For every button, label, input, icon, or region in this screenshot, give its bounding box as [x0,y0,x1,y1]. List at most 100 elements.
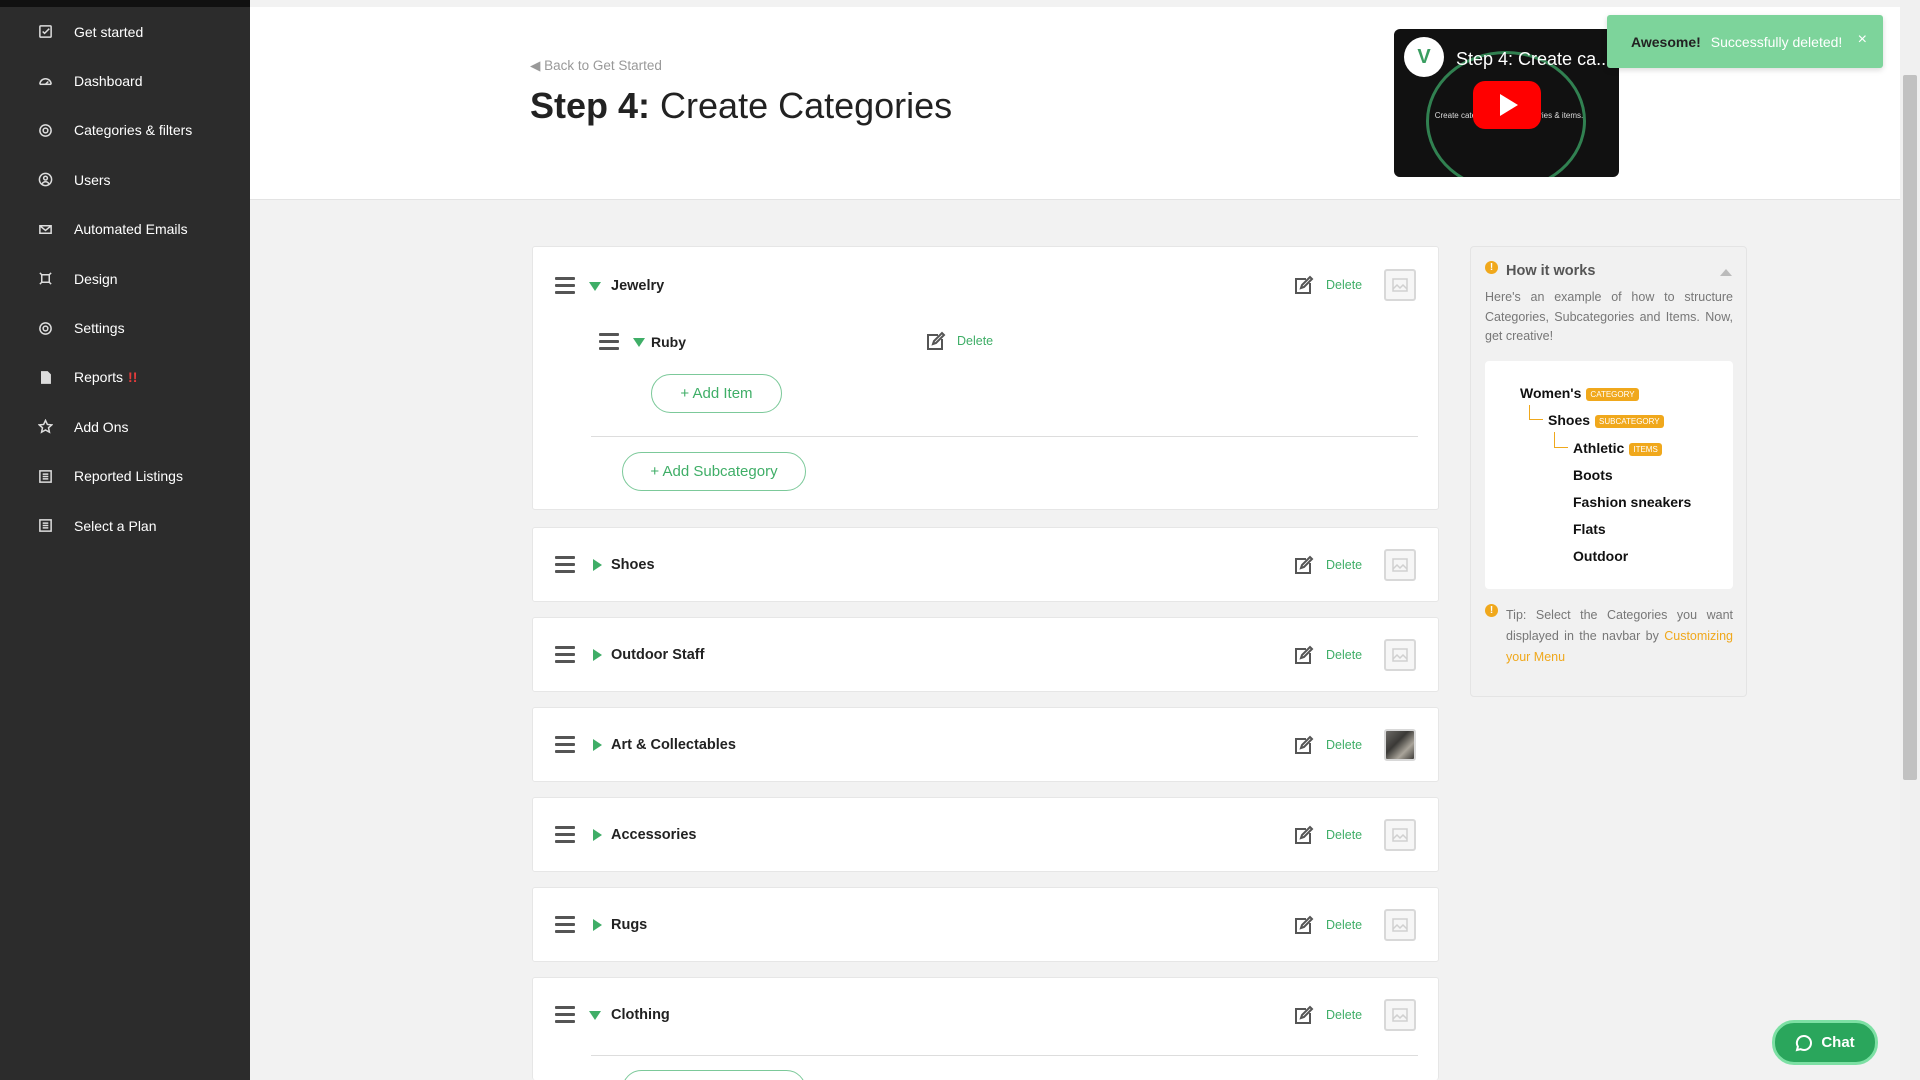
sidebar-item-reports[interactable]: Reports !! [0,353,250,402]
edit-icon[interactable] [924,331,946,353]
category-name: Clothing [611,1007,670,1023]
sidebar-item-add-ons[interactable]: Add Ons [0,402,250,451]
tip-text: Tip: Select the Categories you want disp… [1506,605,1733,668]
edit-icon[interactable] [1292,1005,1314,1027]
expand-toggle-icon[interactable] [593,919,602,931]
tree-connector [1554,432,1568,448]
video-title: Step 4: Create ca... [1456,49,1612,69]
edit-icon[interactable] [1292,555,1314,577]
edit-icon[interactable] [1292,275,1314,297]
divider [591,1055,1418,1056]
delete-link[interactable]: Delete [1326,278,1362,292]
delete-link[interactable]: Delete [1326,1008,1362,1022]
edit-icon[interactable] [1292,825,1314,847]
image-placeholder-icon[interactable] [1384,909,1416,941]
drag-handle-icon[interactable] [555,1006,575,1024]
category-card-art-collectables: Art & Collectables Delete [532,707,1439,782]
delete-link[interactable]: Delete [1326,738,1362,752]
sidebar-item-design[interactable]: Design [0,254,250,303]
collapse-toggle-icon[interactable] [633,338,645,347]
category-card-outdoor-staff: Outdoor Staff Delete [532,617,1439,692]
chat-label: Chat [1821,1034,1855,1051]
drag-handle-icon[interactable] [555,556,575,574]
expand-toggle-icon[interactable] [593,829,602,841]
edit-icon[interactable] [1292,645,1314,667]
image-placeholder-icon[interactable] [1384,269,1416,301]
sidebar: Get started Dashboard Categories & filte… [0,0,250,1080]
chat-button[interactable]: Chat [1772,1020,1878,1065]
subcategory-name: Ruby [651,334,686,350]
collapse-caret-icon[interactable] [1720,269,1732,276]
toast-title: Awesome! [1631,33,1701,50]
expand-toggle-icon[interactable] [593,559,602,571]
delete-link[interactable]: Delete [1326,918,1362,932]
sidebar-item-get-started[interactable]: Get started [0,7,250,56]
edit-icon[interactable] [1292,915,1314,937]
divider [591,436,1418,437]
delete-link[interactable]: Delete [1326,558,1362,572]
page-title-step: Step 4: [530,85,651,126]
add-item-button[interactable]: + Add Item [651,374,782,413]
tutorial-video[interactable]: V Step 4: Create ca... Create categories… [1394,29,1619,177]
drag-handle-icon[interactable] [555,646,575,664]
expand-toggle-icon[interactable] [593,739,602,751]
how-it-works-title: How it works [1506,263,1596,279]
sidebar-item-label: Categories & filters [74,122,193,139]
category-card-shoes: Shoes Delete [532,527,1439,602]
sidebar-item-label: Get started [74,23,144,40]
info-icon: ! [1485,261,1498,274]
category-name: Rugs [611,917,648,933]
sidebar-item-categories[interactable]: Categories & filters [0,106,250,155]
scrollbar-thumb[interactable] [1903,75,1917,780]
video-channel-logo: V [1404,37,1444,77]
success-toast: Awesome! Successfully deleted! × [1607,15,1883,68]
example-item: Outdoor [1573,548,1629,564]
sidebar-item-label: Settings [74,320,125,337]
category-name: Shoes [611,557,655,573]
chat-bubble-icon [1795,1034,1813,1051]
document-icon [36,368,54,386]
sidebar-item-dashboard[interactable]: Dashboard [0,56,250,105]
sidebar-item-settings[interactable]: Settings [0,303,250,352]
delete-link[interactable]: Delete [957,334,993,348]
collapse-toggle-icon[interactable] [589,282,601,291]
close-icon[interactable]: × [1858,31,1867,49]
image-placeholder-icon[interactable] [1384,999,1416,1031]
drag-handle-icon[interactable] [555,826,575,844]
image-placeholder-icon[interactable] [1384,819,1416,851]
edit-icon[interactable] [1292,735,1314,757]
items-badge: ITEMS [1629,442,1662,456]
collapse-toggle-icon[interactable] [589,1011,601,1020]
drag-handle-icon[interactable] [599,333,619,351]
delete-link[interactable]: Delete [1326,648,1362,662]
sidebar-item-reported-listings[interactable]: Reported Listings [0,452,250,501]
page-title-text: Create Categories [650,85,953,126]
play-icon[interactable] [1473,81,1541,129]
dashboard-icon [36,72,54,90]
drag-handle-icon[interactable] [555,916,575,934]
sidebar-item-automated-emails[interactable]: Automated Emails [0,205,250,254]
delete-link[interactable]: Delete [1326,828,1362,842]
category-name: Jewelry [611,278,665,294]
expand-toggle-icon[interactable] [593,649,602,661]
list-icon [36,467,54,485]
example-item: Flats [1573,521,1606,537]
example-item-label: Athletic [1573,440,1625,456]
sidebar-item-label: Dashboard [74,73,143,90]
page-title: Step 4: Create Categories [530,85,952,127]
sidebar-item-users[interactable]: Users [0,155,250,204]
image-placeholder-icon[interactable] [1384,639,1416,671]
image-placeholder-icon[interactable] [1384,549,1416,581]
add-subcategory-button[interactable] [622,1070,806,1080]
category-image-thumbnail[interactable] [1384,729,1416,761]
sidebar-item-label: Design [74,270,118,287]
sidebar-topbar [0,0,250,7]
back-to-get-started-link[interactable]: ◀ Back to Get Started [530,58,662,74]
add-subcategory-button[interactable]: + Add Subcategory [622,452,806,491]
drag-handle-icon[interactable] [555,277,575,295]
example-category: Women's CATEGORY [1520,385,1639,401]
drag-handle-icon[interactable] [555,736,575,754]
sidebar-item-select-plan[interactable]: Select a Plan [0,501,250,550]
reports-alert-badge: !! [128,369,138,386]
page-scrollbar[interactable] [1900,0,1920,1080]
